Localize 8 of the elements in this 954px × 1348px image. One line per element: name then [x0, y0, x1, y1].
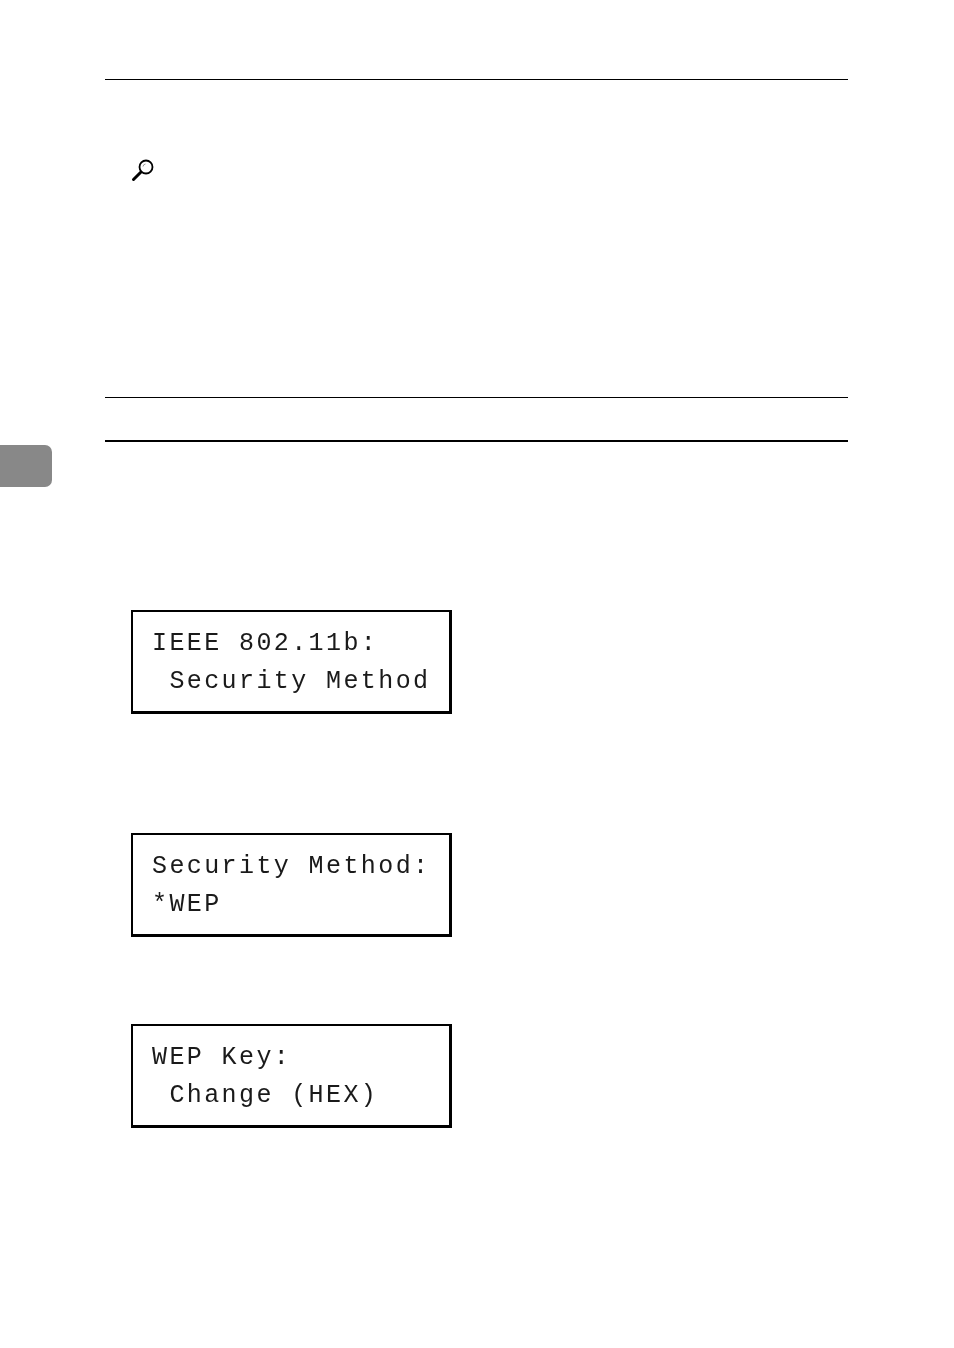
- lcd-text: IEEE 802.11b:: [152, 628, 379, 660]
- lcd-text: Change (HEX): [168, 1080, 379, 1112]
- chapter-marker: [0, 445, 52, 487]
- lcd-text: *WEP: [152, 889, 222, 921]
- lcd-text: Security Method:: [152, 851, 431, 883]
- magnifier-icon: [131, 158, 155, 182]
- lcd-text: WEP Key:: [152, 1042, 292, 1074]
- lcd-text: Security Method: [168, 666, 431, 698]
